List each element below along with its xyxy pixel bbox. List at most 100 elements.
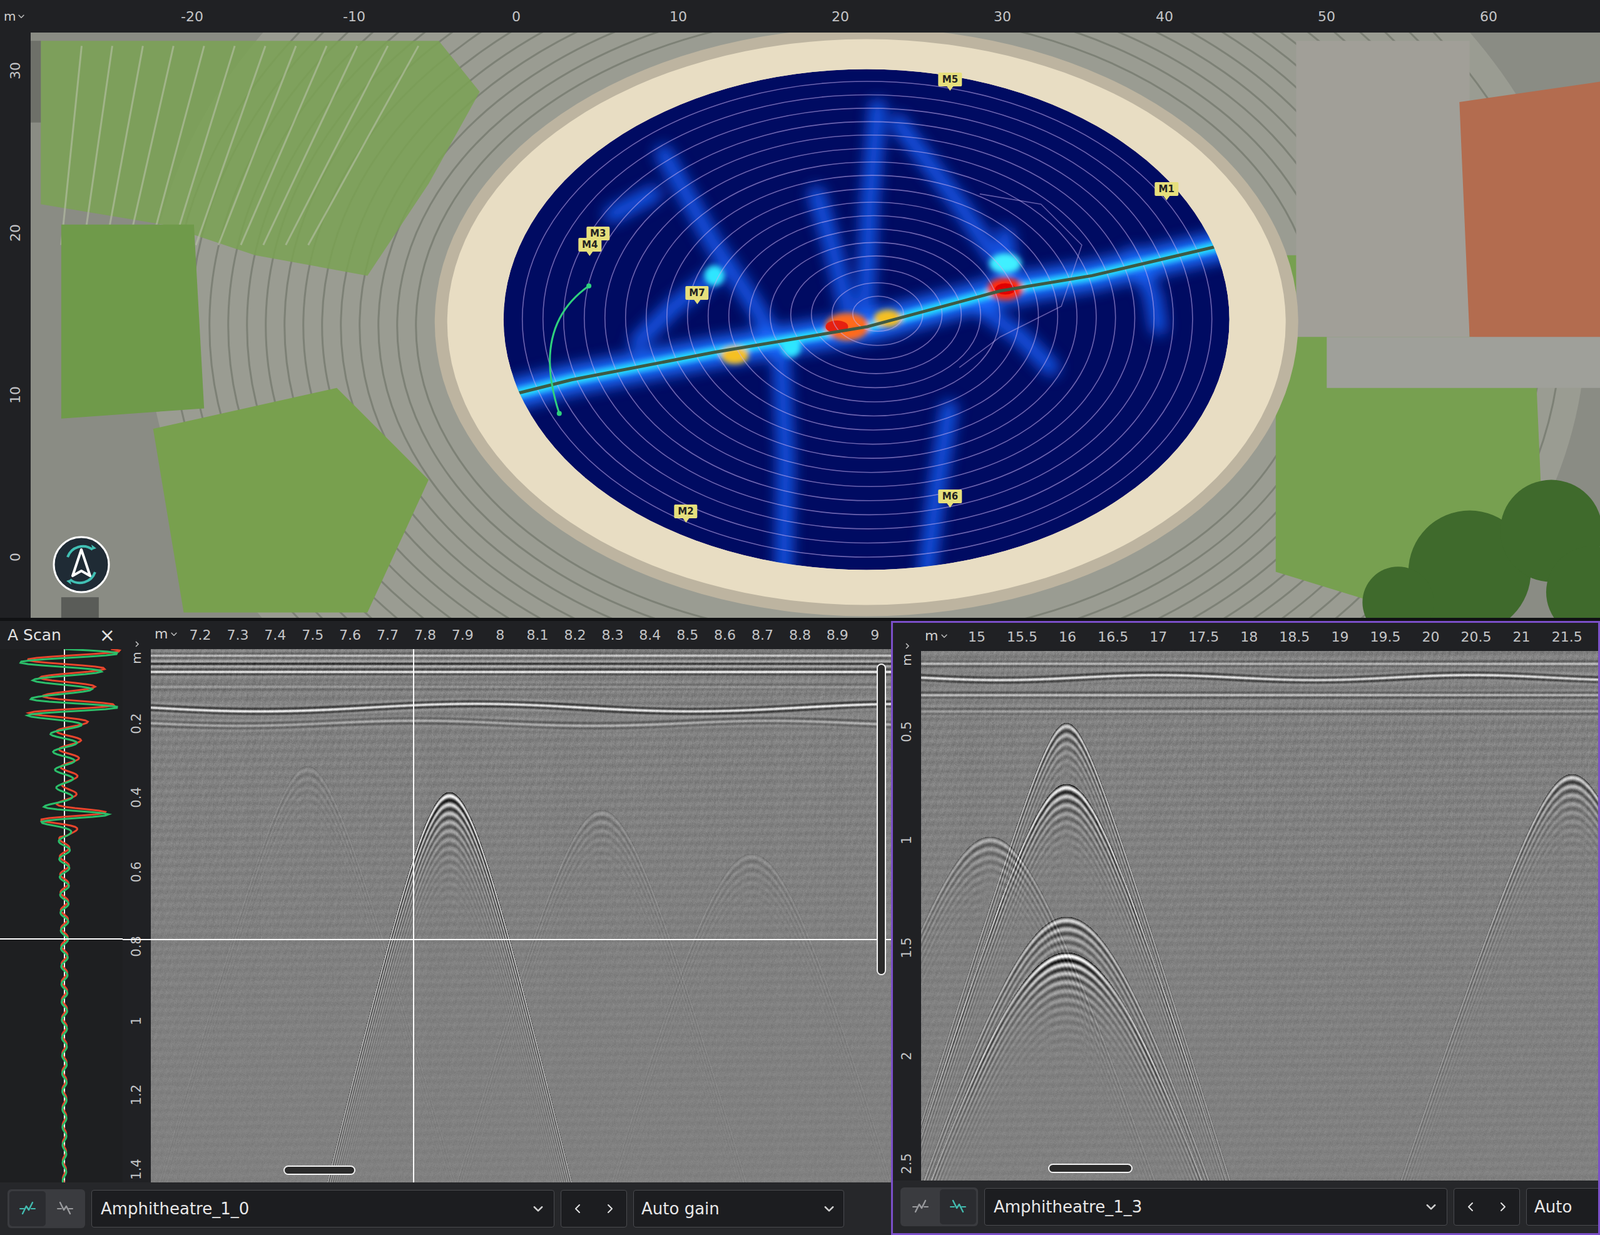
map-y-tick: 20 xyxy=(7,224,24,242)
bottom-panels: A Scan×m7.27.37.47.57.67.77.87.988.18.28… xyxy=(0,620,1600,1235)
radargram-body: m0.511.522.5 xyxy=(892,650,1599,1181)
map-y-ruler: 3020100 xyxy=(0,32,31,618)
compass-icon[interactable] xyxy=(51,534,112,595)
tool-toggle-button[interactable] xyxy=(46,1190,84,1226)
map-y-tick: 10 xyxy=(7,386,24,404)
tool-toggle-button[interactable] xyxy=(939,1188,977,1224)
radargram-y-ruler: m0.20.40.60.811.21.4 xyxy=(122,648,151,1183)
depth-tick: 0.5 xyxy=(899,720,915,742)
free-pointer-icon xyxy=(947,1196,969,1217)
distance-unit: m xyxy=(924,627,938,644)
distance-unit: m xyxy=(154,625,168,642)
gain-select[interactable]: Auto xyxy=(1526,1187,1599,1226)
map-marker[interactable]: M2 xyxy=(673,504,698,519)
distance-unit-selector[interactable]: m xyxy=(154,625,179,642)
map-area[interactable]: M5M1M3M4M7M2M6 xyxy=(30,32,1600,618)
map-marker-label: M4 xyxy=(581,239,598,251)
free-pointer-icon xyxy=(55,1198,76,1219)
panel-toolbar: Amphitheatre_1_3 Auto xyxy=(892,1180,1599,1233)
right-panel-group: m1515.51616.51717.51818.51919.52020.5212… xyxy=(891,620,1600,1235)
distance-tick: 8.6 xyxy=(713,626,736,643)
map-x-tick: -10 xyxy=(342,8,366,25)
tool-toggle-button[interactable] xyxy=(902,1188,939,1224)
depth-unit: m xyxy=(128,651,144,664)
gain-select[interactable]: Auto gain xyxy=(633,1189,845,1228)
chevron-down-icon xyxy=(939,631,949,641)
distance-tick: 7.5 xyxy=(301,626,324,643)
distance-unit-selector[interactable]: m xyxy=(924,627,949,644)
map-marker-label: M5 xyxy=(942,73,958,86)
file-name: Amphitheatre_1_0 xyxy=(100,1198,250,1218)
map-marker-label: M2 xyxy=(677,505,694,517)
vertical-scrollbar[interactable] xyxy=(876,663,887,975)
chevron-down-icon xyxy=(1424,1199,1438,1214)
map-x-tick: 60 xyxy=(1479,8,1498,25)
radargram-canvas xyxy=(921,650,1599,1181)
distance-tick: 17.5 xyxy=(1188,628,1219,645)
distance-tick: 18 xyxy=(1240,628,1258,645)
file-select[interactable]: Amphitheatre_1_0 xyxy=(91,1189,555,1228)
left-panel-row: A Scan×m7.27.37.47.57.67.77.87.988.18.28… xyxy=(0,620,892,1183)
horizontal-scrollbar[interactable] xyxy=(283,1165,356,1175)
map-x-tick: 10 xyxy=(669,8,688,25)
depth-unit-selector[interactable] xyxy=(892,622,922,651)
chevron-right-icon xyxy=(133,640,141,648)
map-marker[interactable]: M5 xyxy=(938,72,962,87)
map-marker-label: M1 xyxy=(1158,183,1175,195)
radargram-image[interactable] xyxy=(921,650,1599,1181)
chevron-down-icon xyxy=(169,629,179,639)
previous-button[interactable] xyxy=(561,1190,594,1227)
close-button[interactable]: × xyxy=(99,625,116,645)
distance-tick: 7.9 xyxy=(451,626,474,643)
radargram-body: m0.20.40.60.811.21.4 xyxy=(122,648,892,1183)
depth-tick: 0.6 xyxy=(128,861,144,882)
map-x-tick: -20 xyxy=(180,8,204,25)
distance-tick: 9 xyxy=(870,626,880,643)
map-marker[interactable]: M1 xyxy=(1155,182,1179,196)
tool-toggle-group xyxy=(900,1187,979,1226)
distance-tick: 8.7 xyxy=(751,626,774,643)
distance-tick: 8.9 xyxy=(826,626,849,643)
app: m-20-1001020304050603020100M5M1M3M4M7M2M… xyxy=(0,0,1600,1235)
radargram-canvas xyxy=(150,648,892,1183)
file-select[interactable]: Amphitheatre_1_3 xyxy=(984,1187,1448,1226)
distance-tick: 20.5 xyxy=(1461,628,1492,645)
depth-unit-selector[interactable] xyxy=(122,620,151,649)
chevron-down-icon xyxy=(531,1201,546,1216)
map-marker-label: M7 xyxy=(688,287,705,299)
map-marker[interactable]: M6 xyxy=(938,489,962,504)
map-x-tick: 50 xyxy=(1317,8,1336,25)
a-scan-plot xyxy=(0,648,123,1183)
distance-tick: 8.1 xyxy=(526,626,549,643)
chevron-right-icon xyxy=(903,642,912,650)
distance-tick: 21 xyxy=(1513,628,1531,645)
panel-toolbar: Amphitheatre_1_0 Auto gain xyxy=(0,1182,892,1235)
radargram-ruler-row: m1515.51616.51717.51818.51919.52020.5212… xyxy=(892,622,1599,651)
map-marker-label: M6 xyxy=(942,490,958,502)
map-marker[interactable]: M4 xyxy=(578,237,602,252)
previous-button[interactable] xyxy=(1454,1188,1487,1225)
chevron-down-icon xyxy=(822,1201,836,1216)
crosshair-horizontal xyxy=(122,938,151,940)
distance-tick: 7.2 xyxy=(189,626,212,643)
horizontal-scrollbar[interactable] xyxy=(1048,1163,1133,1173)
map-x-tick: 0 xyxy=(511,8,521,25)
map-unit-selector[interactable]: m xyxy=(0,0,31,33)
map-body: 3020100M5M1M3M4M7M2M6 xyxy=(0,32,1600,618)
distance-tick: 17 xyxy=(1149,628,1167,645)
radargram-x-ruler: m1515.51616.51717.51818.51919.52020.5212… xyxy=(921,622,1599,651)
radargram-ruler-row: m7.27.37.47.57.67.77.87.988.18.28.38.48.… xyxy=(122,620,892,649)
distance-tick: 16 xyxy=(1058,628,1077,645)
depth-tick: 1.4 xyxy=(128,1158,144,1179)
next-button[interactable] xyxy=(593,1190,627,1227)
map-x-tick: 40 xyxy=(1155,8,1174,25)
distance-tick: 16.5 xyxy=(1097,628,1129,645)
chevron-down-icon xyxy=(16,11,26,21)
map-ruler-row: m-20-100102030405060 xyxy=(0,0,1600,33)
next-button[interactable] xyxy=(1486,1188,1520,1225)
tool-toggle-button[interactable] xyxy=(9,1190,46,1226)
snap-pointer-icon xyxy=(910,1196,931,1217)
radargram-image[interactable] xyxy=(150,648,892,1183)
tool-toggle-group xyxy=(7,1188,86,1228)
map-marker[interactable]: M7 xyxy=(685,285,709,300)
